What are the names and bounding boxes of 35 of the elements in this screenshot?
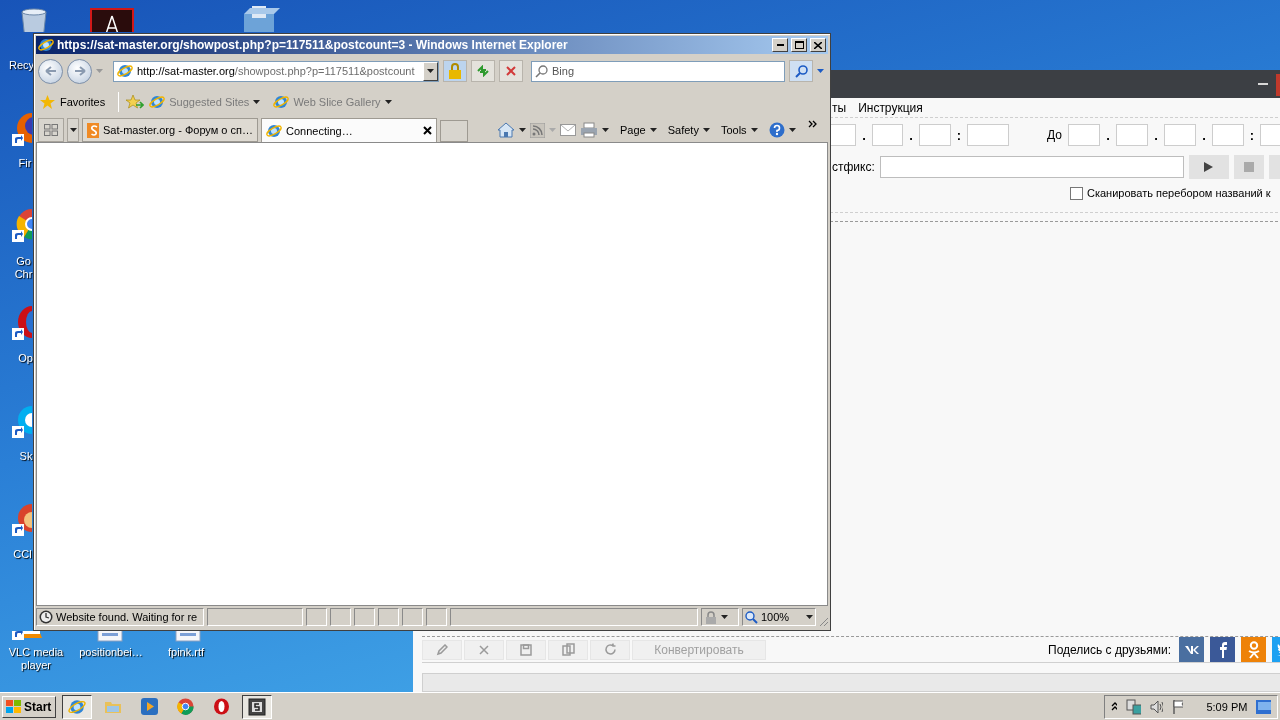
menu-item[interactable]: Инструкция [858,100,923,115]
command-menu[interactable]: Tools [720,118,758,142]
desktop-icon-label: Fir [17,157,33,170]
separator-text: . [1105,127,1111,143]
separator-text: : [955,127,963,143]
window-title: https://sat-master.org/showpost.php?p=117511&postcount=3 - Windows Internet Explorer [57,38,569,52]
desktop-icon-label: VLC media player [7,646,65,672]
checkbox-label: Сканировать перебором названий к [1087,187,1271,199]
separator-text: . [1153,127,1159,143]
desktop-icon-label: Op [18,352,33,365]
separator-text: . [1201,127,1207,143]
command-menu[interactable]: Page [620,118,657,142]
browser-tab[interactable]: Connecting… [261,118,437,142]
share-label: Поделись с друзьями: [1048,642,1172,657]
desktop-icon-label: Sk [19,450,33,463]
command-menu[interactable]: Safety [667,118,710,142]
address-field[interactable]: http://sat-master.org/showpost.php?p=117511&postcount [113,60,439,82]
desktop-icon-label: Recy [9,59,33,72]
desktop-icon-label: positionbei… [78,646,144,659]
separator-text: . [908,127,914,143]
menu-item[interactable]: ты [832,100,847,115]
search-field[interactable]: Bing [531,60,785,82]
status-text: Website found. Waiting for re [36,608,204,626]
start-button[interactable]: Start [2,695,56,718]
browser-tab[interactable]: Sat-master.org - Форум о сп… [82,118,258,142]
to-label: До [1047,128,1062,142]
favorites-button[interactable]: Favorites [60,96,106,108]
clock-text: 5:09 PM [1206,700,1248,713]
zoom-button[interactable]: 100% [742,608,816,626]
desktop-icon-label: Go Chr [14,255,33,281]
separator-text: . [861,127,867,143]
desktop-icon-label: fpink.rtf [166,646,206,659]
postfix-label: стфикс: [832,160,875,174]
desktop-icon-label: CCl [12,548,33,561]
separator-text: : [1248,127,1256,143]
